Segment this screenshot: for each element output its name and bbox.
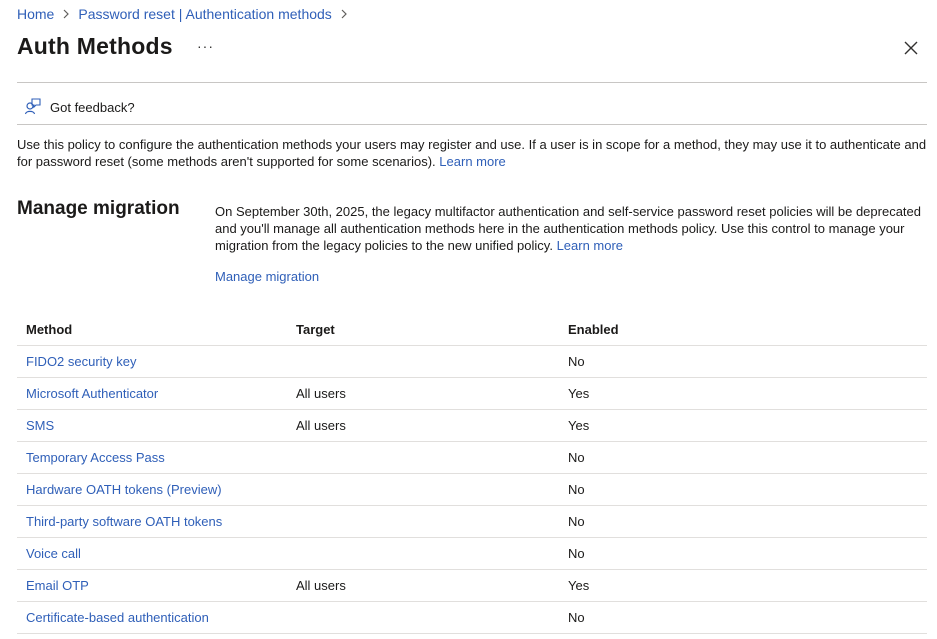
target-cell: All users <box>296 386 346 401</box>
enabled-cell: No <box>568 450 585 465</box>
breadcrumb-home[interactable]: Home <box>17 6 54 22</box>
divider <box>17 82 927 83</box>
column-header-method[interactable]: Method <box>17 322 288 337</box>
method-link[interactable]: Voice call <box>26 546 81 561</box>
enabled-cell: No <box>568 482 585 497</box>
feedback-label: Got feedback? <box>50 100 135 115</box>
enabled-cell: No <box>568 610 585 625</box>
table-row: Third-party software OATH tokens No <box>17 506 927 538</box>
table-row: Email OTP All users Yes <box>17 570 927 602</box>
method-link[interactable]: Microsoft Authenticator <box>26 386 158 401</box>
chevron-right-icon <box>340 9 348 19</box>
method-link[interactable]: FIDO2 security key <box>26 354 137 369</box>
table-row: Hardware OATH tokens (Preview) No <box>17 474 927 506</box>
enabled-cell: Yes <box>568 578 590 593</box>
enabled-cell: No <box>568 546 585 561</box>
column-header-enabled[interactable]: Enabled <box>559 322 927 337</box>
manage-migration-link[interactable]: Manage migration <box>215 269 319 284</box>
policy-description: Use this policy to configure the authent… <box>17 136 932 170</box>
close-icon[interactable] <box>902 39 920 57</box>
column-header-target[interactable]: Target <box>288 322 559 337</box>
feedback-person-icon <box>24 97 42 118</box>
migration-description: On September 30th, 2025, the legacy mult… <box>215 203 930 254</box>
auth-methods-table: Method Target Enabled FIDO2 security key… <box>17 313 927 634</box>
table-row: Microsoft Authenticator All users Yes <box>17 378 927 410</box>
migration-heading: Manage migration <box>17 198 180 219</box>
table-row: FIDO2 security key No <box>17 346 927 378</box>
table-row: Voice call No <box>17 538 927 570</box>
page-title: Auth Methods <box>17 33 173 59</box>
breadcrumb-password-reset[interactable]: Password reset | Authentication methods <box>78 6 331 22</box>
method-link[interactable]: SMS <box>26 418 54 433</box>
table-row: Temporary Access Pass No <box>17 442 927 474</box>
table-row: Certificate-based authentication No <box>17 602 927 634</box>
table-row: SMS All users Yes <box>17 410 927 442</box>
divider <box>17 124 927 125</box>
more-options-button[interactable]: ··· <box>197 38 214 54</box>
method-link[interactable]: Certificate-based authentication <box>26 610 209 625</box>
chevron-right-icon <box>62 9 70 19</box>
method-link[interactable]: Temporary Access Pass <box>26 450 165 465</box>
method-link[interactable]: Third-party software OATH tokens <box>26 514 222 529</box>
table-header: Method Target Enabled <box>17 313 927 346</box>
enabled-cell: Yes <box>568 386 590 401</box>
method-link[interactable]: Email OTP <box>26 578 89 593</box>
breadcrumb: Home Password reset | Authentication met… <box>17 6 356 22</box>
enabled-cell: No <box>568 514 585 529</box>
target-cell: All users <box>296 578 346 593</box>
migration-learn-more-link[interactable]: Learn more <box>557 238 623 253</box>
target-cell: All users <box>296 418 346 433</box>
policy-learn-more-link[interactable]: Learn more <box>439 154 505 169</box>
feedback-button[interactable]: Got feedback? <box>24 97 135 118</box>
method-link[interactable]: Hardware OATH tokens (Preview) <box>26 482 222 497</box>
enabled-cell: Yes <box>568 418 590 433</box>
enabled-cell: No <box>568 354 585 369</box>
